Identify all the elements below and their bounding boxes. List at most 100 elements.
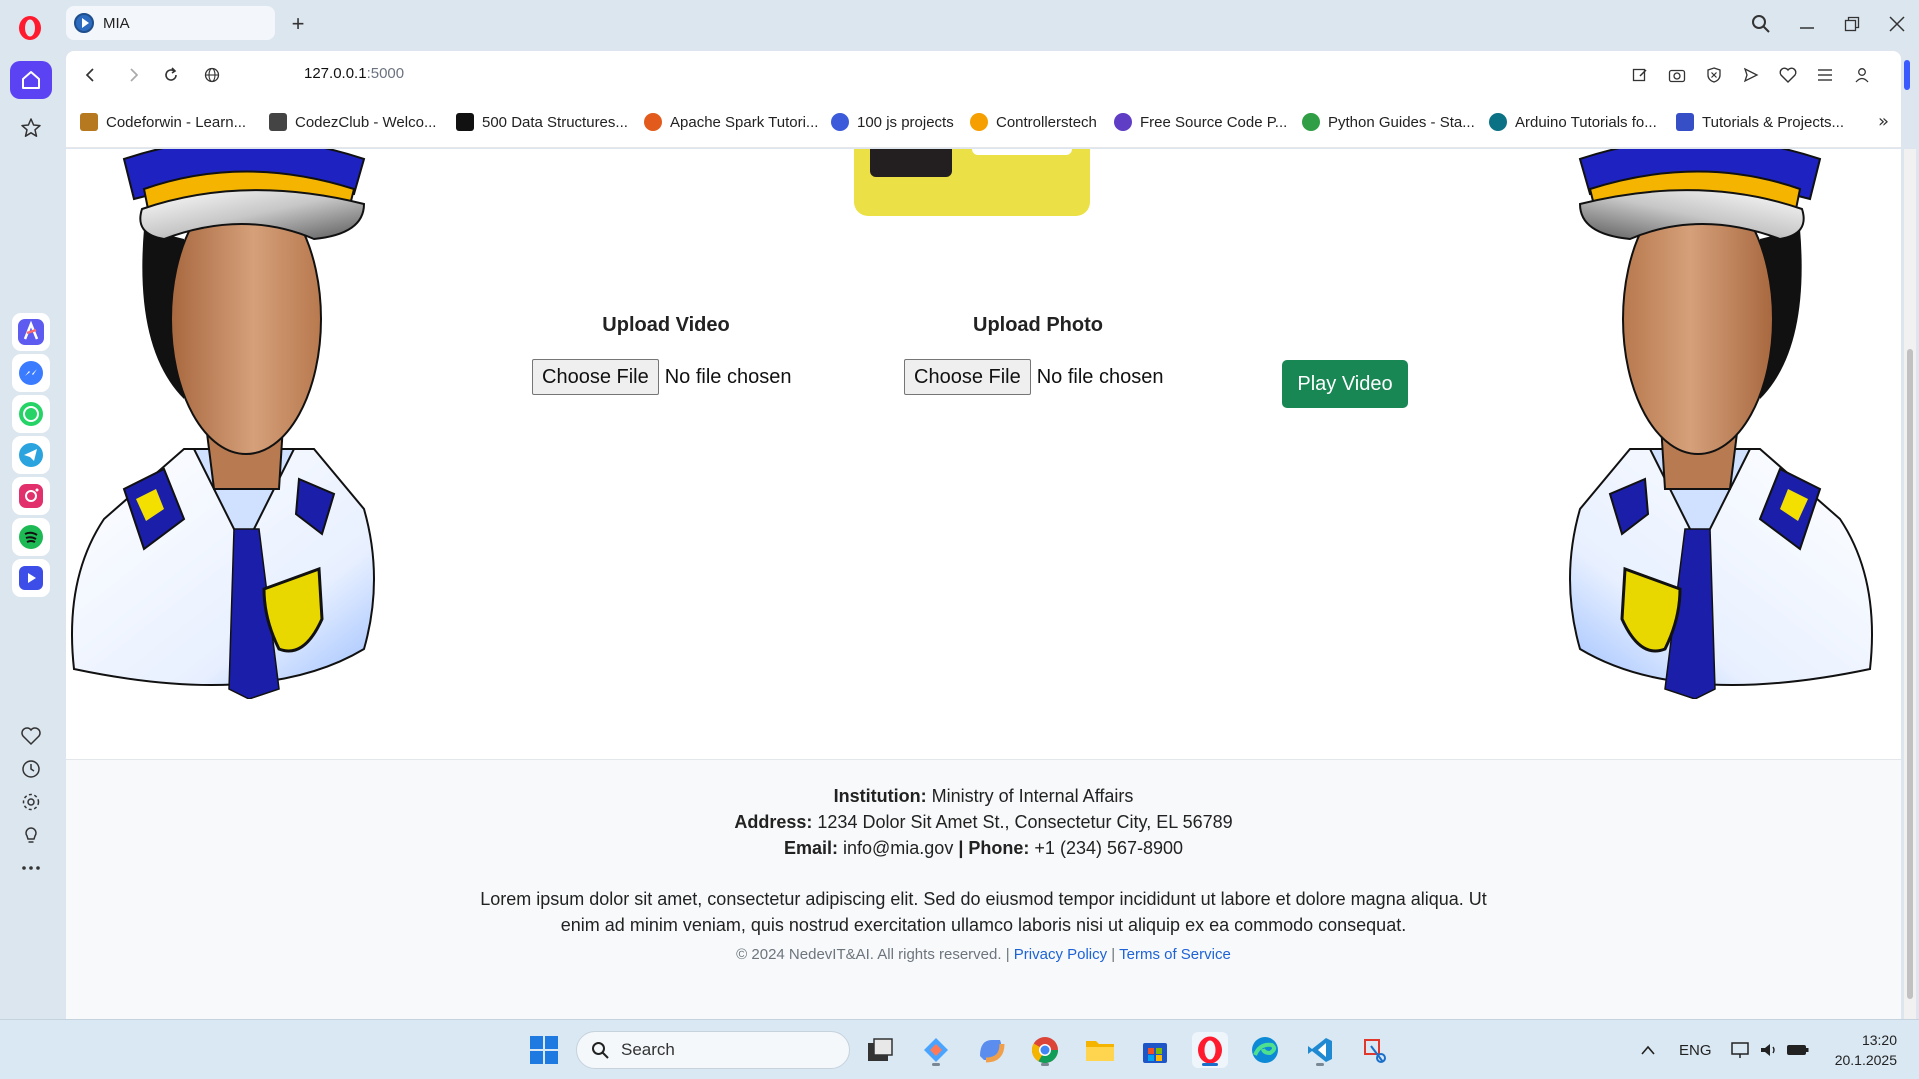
footer-copyright-row: © 2024 NedevIT&AI. All rights reserved. … bbox=[66, 946, 1901, 963]
running-indicator bbox=[1041, 1063, 1049, 1066]
tab-title: MIA bbox=[103, 14, 130, 32]
play-video-button[interactable]: Play Video bbox=[1282, 360, 1408, 408]
bookmark-favicon-icon bbox=[269, 113, 287, 131]
home-icon[interactable] bbox=[10, 61, 52, 99]
battery-icon[interactable] bbox=[1780, 1032, 1816, 1068]
edge-icon[interactable] bbox=[1247, 1032, 1283, 1068]
clock-date[interactable]: 20.1.2025 bbox=[1832, 1052, 1897, 1068]
bookmark-heart-icon[interactable] bbox=[1776, 63, 1800, 87]
sidebar-accent-bar bbox=[1904, 60, 1910, 90]
bookmark-favicon-icon bbox=[831, 113, 849, 131]
terms-of-service-link[interactable]: Terms of Service bbox=[1119, 946, 1231, 963]
whatsapp-icon[interactable] bbox=[12, 395, 50, 433]
play-favicon-icon bbox=[74, 13, 94, 33]
reload-icon[interactable] bbox=[159, 63, 183, 87]
opera-logo-icon[interactable] bbox=[17, 15, 43, 41]
language-indicator[interactable]: ENG bbox=[1679, 1042, 1712, 1059]
taskbar-search-input[interactable]: Search bbox=[576, 1031, 850, 1069]
institution-value: Ministry of Internal Affairs bbox=[931, 786, 1134, 806]
instagram-icon[interactable] bbox=[12, 477, 50, 515]
bookmarks-overflow-chevron-icon[interactable]: » bbox=[1878, 111, 1889, 132]
chrome-icon[interactable] bbox=[1027, 1032, 1063, 1068]
adblock-shield-icon[interactable] bbox=[1702, 63, 1726, 87]
send-flow-icon[interactable] bbox=[1739, 63, 1763, 87]
restore-icon[interactable] bbox=[1840, 12, 1864, 36]
close-window-icon[interactable] bbox=[1885, 12, 1909, 36]
player-icon[interactable] bbox=[12, 559, 50, 597]
bookmarks-bar: Codeforwin - Learn... CodezClub - Welco.… bbox=[66, 99, 1901, 148]
bookmark-favicon-icon bbox=[970, 113, 988, 131]
url-port: :5000 bbox=[366, 65, 405, 82]
messenger-icon[interactable] bbox=[12, 354, 50, 392]
edit-note-icon[interactable] bbox=[1628, 63, 1652, 87]
header-banner-fragment bbox=[854, 149, 1090, 216]
easy-setup-icon[interactable] bbox=[1813, 63, 1837, 87]
copy-separator: | bbox=[1005, 946, 1010, 963]
bookmark-item[interactable]: Free Source Code P... bbox=[1114, 113, 1287, 131]
phone-label: Phone: bbox=[968, 838, 1030, 858]
bookmark-item[interactable]: Arduino Tutorials fo... bbox=[1489, 113, 1657, 131]
snipping-app-icon[interactable] bbox=[918, 1032, 954, 1068]
copyright-text: © 2024 NedevIT&AI. All rights reserved. bbox=[736, 946, 1002, 963]
search-tabs-icon[interactable] bbox=[1749, 12, 1773, 36]
spotify-icon[interactable] bbox=[12, 518, 50, 556]
snapshot-camera-icon[interactable] bbox=[1665, 63, 1689, 87]
running-indicator bbox=[932, 1063, 940, 1066]
clock-time[interactable]: 13:20 bbox=[1857, 1032, 1897, 1048]
upload-photo-choose-file-button[interactable]: Choose File bbox=[904, 359, 1031, 395]
vscode-icon[interactable] bbox=[1302, 1032, 1338, 1068]
police-officer-illustration-left bbox=[71, 149, 375, 699]
aria-ai-icon[interactable] bbox=[12, 313, 50, 351]
forward-icon[interactable] bbox=[122, 63, 146, 87]
bookmark-item[interactable]: Python Guides - Sta... bbox=[1302, 113, 1475, 131]
bookmark-label: Tutorials & Projects... bbox=[1702, 113, 1844, 131]
telegram-icon[interactable] bbox=[12, 436, 50, 474]
back-icon[interactable] bbox=[78, 63, 102, 87]
bookmark-item[interactable]: Apache Spark Tutori... bbox=[644, 113, 818, 131]
more-options-icon[interactable] bbox=[12, 849, 50, 887]
bookmark-item[interactable]: 100 js projects bbox=[831, 113, 954, 131]
email-value: info@mia.gov bbox=[843, 838, 954, 858]
taskbar-search-placeholder: Search bbox=[621, 1040, 675, 1059]
bookmark-item[interactable]: CodezClub - Welco... bbox=[269, 113, 436, 131]
bookmark-item[interactable]: Controllerstech bbox=[970, 113, 1097, 131]
snipping-tool-icon[interactable] bbox=[1357, 1032, 1393, 1068]
bookmark-item[interactable]: Tutorials & Projects... bbox=[1676, 113, 1844, 131]
tray-chevron-up-icon[interactable] bbox=[1630, 1032, 1666, 1068]
copilot-icon[interactable] bbox=[973, 1032, 1009, 1068]
file-explorer-icon[interactable] bbox=[1082, 1032, 1118, 1068]
bookmark-label: Python Guides - Sta... bbox=[1328, 113, 1475, 131]
privacy-policy-link[interactable]: Privacy Policy bbox=[1014, 946, 1107, 963]
browser-tab-active[interactable]: MIA bbox=[66, 6, 275, 40]
task-view-icon[interactable] bbox=[862, 1032, 898, 1068]
browser-tabbar: MIA + bbox=[0, 0, 1919, 49]
phone-value: +1 (234) 567-8900 bbox=[1034, 838, 1184, 858]
star-icon[interactable] bbox=[12, 109, 50, 147]
footer-contact: Email: info@mia.gov | Phone: +1 (234) 56… bbox=[66, 838, 1901, 859]
upload-video-title: Upload Video bbox=[602, 314, 730, 336]
address-value: 1234 Dolor Sit Amet St., Consectetur Cit… bbox=[817, 812, 1233, 832]
opera-taskbar-icon[interactable] bbox=[1192, 1032, 1228, 1068]
bookmark-label: Controllerstech bbox=[996, 113, 1097, 131]
upload-video-choose-file-button[interactable]: Choose File bbox=[532, 359, 659, 395]
footer-address: Address: 1234 Dolor Sit Amet St., Consec… bbox=[66, 812, 1901, 833]
new-tab-button[interactable]: + bbox=[285, 11, 311, 37]
search-icon bbox=[592, 1042, 609, 1059]
site-info-globe-icon[interactable] bbox=[200, 63, 224, 87]
microsoft-store-icon[interactable] bbox=[1137, 1032, 1173, 1068]
bookmark-favicon-icon bbox=[1114, 113, 1132, 131]
bookmark-item[interactable]: 500 Data Structures... bbox=[456, 113, 628, 131]
page-scrollbar[interactable] bbox=[1904, 149, 1916, 1019]
windows-start-icon[interactable] bbox=[526, 1032, 562, 1068]
page-footer: Institution: Ministry of Internal Affair… bbox=[66, 759, 1901, 1019]
page-viewport: Upload Video Choose File No file chosen … bbox=[66, 149, 1901, 1019]
minimize-icon[interactable] bbox=[1795, 12, 1819, 36]
footer-description: Lorem ipsum dolor sit amet, consectetur … bbox=[480, 889, 1487, 935]
bookmark-label: Codeforwin - Learn... bbox=[106, 113, 247, 131]
url-field[interactable]: 127.0.0.1:5000 bbox=[304, 65, 404, 82]
address-bar: 127.0.0.1:5000 bbox=[66, 51, 1901, 99]
scrollbar-thumb[interactable] bbox=[1907, 349, 1913, 999]
upload-photo-section: Upload Photo Choose File No file chosen bbox=[904, 314, 1168, 395]
bookmark-item[interactable]: Codeforwin - Learn... bbox=[80, 113, 246, 131]
profile-icon[interactable] bbox=[1850, 63, 1874, 87]
